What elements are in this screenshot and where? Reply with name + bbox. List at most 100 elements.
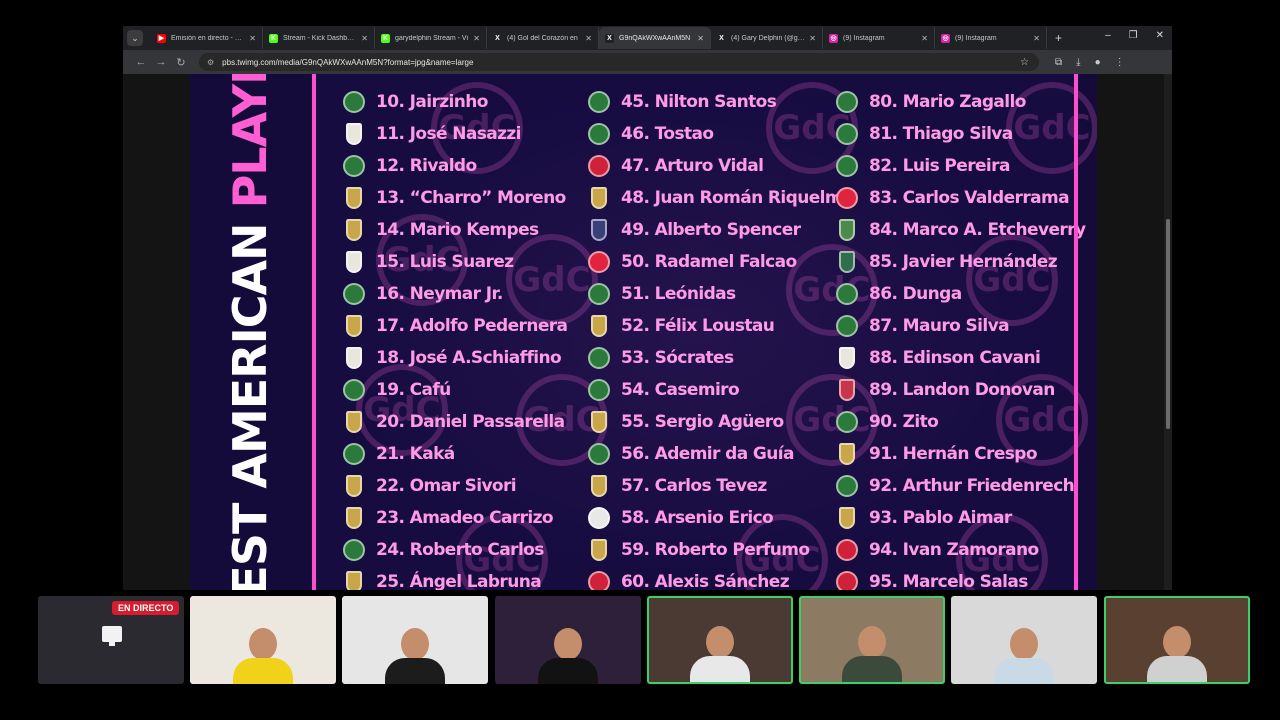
browser-tab[interactable]: X (4) Gol del Corazón en ✕ <box>487 27 599 49</box>
argentina-flag-icon <box>591 539 607 561</box>
player-name: 11. José Nasazzi <box>376 124 522 144</box>
streamer-body <box>690 656 750 682</box>
reload-icon[interactable]: ↻ <box>171 56 191 69</box>
webcam-feed[interactable] <box>1104 596 1250 684</box>
player-name: 52. Félix Loustau <box>621 316 775 336</box>
player-row: 13. “Charro” Moreno <box>343 182 567 214</box>
browser-toolbar: ← → ↻ ⚙ pbs.twimg.com/media/G9nQAkWXwAAn… <box>123 50 1172 74</box>
tab-title: (4) Gary Delphin (@gary <box>731 34 806 42</box>
restore-icon[interactable]: ❐ <box>1129 30 1138 41</box>
player-row: 23. Amadeo Carrizo <box>343 502 567 534</box>
site-info-icon[interactable]: ⚙ <box>207 58 214 67</box>
close-window-icon[interactable]: ✕ <box>1156 30 1164 41</box>
bolivia-flag-icon <box>839 219 855 241</box>
player-row: 81. Thiago Silva <box>836 118 1085 150</box>
browser-tab[interactable]: X (4) Gary Delphin (@gary ✕ <box>711 27 823 49</box>
player-name: 25. Ángel Labruna <box>376 572 542 590</box>
player-row: 88. Edinson Cavani <box>836 342 1085 374</box>
tab-title: Stream - Kick Dashboard <box>283 34 358 42</box>
kick-icon: K <box>269 33 278 43</box>
player-name: 46. Tostao <box>621 124 714 144</box>
player-row: 56. Ademir da Guía <box>588 438 853 470</box>
player-row: 86. Dunga <box>836 278 1085 310</box>
colombia-flag-icon <box>836 187 858 209</box>
streamer-body <box>842 656 902 682</box>
webcam-feed[interactable] <box>951 596 1097 684</box>
brazil-flag-icon <box>836 123 858 145</box>
page-scrollbar[interactable] <box>1164 74 1172 590</box>
webcam-feed[interactable] <box>495 596 641 684</box>
player-name: 91. Hernán Crespo <box>869 444 1038 464</box>
browser-tab[interactable]: ▶ Emisión en directo - You ✕ <box>151 27 263 49</box>
tab-close-icon[interactable]: ✕ <box>1033 34 1040 43</box>
bookmark-star-icon[interactable]: ☆ <box>1020 57 1029 68</box>
menu-icon[interactable]: ⋮ <box>1115 57 1125 68</box>
player-name: 51. Leónidas <box>621 284 736 304</box>
player-row: 93. Pablo Aimar <box>836 502 1085 534</box>
browser-tab[interactable]: ◎ (9) Instagram ✕ <box>935 27 1047 49</box>
player-row: 24. Roberto Carlos <box>343 534 567 566</box>
tab-close-icon[interactable]: ✕ <box>809 34 816 43</box>
screen-share-thumbnail[interactable]: EN DIRECTO <box>38 596 184 684</box>
streamer-silhouette <box>1147 626 1207 682</box>
player-row: 94. Ivan Zamorano <box>836 534 1085 566</box>
back-icon[interactable]: ← <box>131 56 151 68</box>
extensions-icon[interactable]: ⧉ <box>1055 57 1062 68</box>
download-icon[interactable]: ⤓ <box>1076 57 1080 68</box>
argentina-flag-icon <box>591 411 607 433</box>
player-row: 20. Daniel Passarella <box>343 406 567 438</box>
brazil-flag-icon <box>588 123 610 145</box>
kick-icon: K <box>381 33 390 43</box>
player-row: 80. Mario Zagallo <box>836 86 1085 118</box>
player-row: 48. Juan Román Riquelme <box>588 182 854 214</box>
browser-tab[interactable]: Kgarydelphin Stream - Vi ✕ <box>375 27 487 49</box>
brazil-flag-icon <box>836 315 858 337</box>
brazil-flag-icon <box>836 411 858 433</box>
browser-tab[interactable]: X G9nQAkWXwAAnM5N ✕ <box>599 27 711 49</box>
player-name: 19. Cafú <box>376 380 451 400</box>
brazil-flag-icon <box>343 443 365 465</box>
tab-close-icon[interactable]: ✕ <box>249 34 256 43</box>
browser-tab[interactable]: K Stream - Kick Dashboard ✕ <box>263 27 375 49</box>
streamer-silhouette <box>538 628 598 684</box>
player-row: 25. Ángel Labruna <box>343 566 567 590</box>
player-name: 57. Carlos Tevez <box>621 476 767 496</box>
player-row: 18. José A.Schiaffino <box>343 342 567 374</box>
minimize-icon[interactable]: – <box>1105 30 1111 41</box>
tab-close-icon[interactable]: ✕ <box>361 34 368 43</box>
instagram-icon: ◎ <box>941 33 950 43</box>
player-name: 58. Arsenio Erico <box>621 508 774 528</box>
webcam-feed[interactable] <box>647 596 793 684</box>
tab-close-icon[interactable]: ✕ <box>921 34 928 43</box>
player-name: 59. Roberto Perfumo <box>621 540 810 560</box>
tab-close-icon[interactable]: ✕ <box>697 34 704 43</box>
player-row: 53. Sócrates <box>588 342 853 374</box>
player-row: 85. Javier Hernández <box>836 246 1085 278</box>
browser-window: ⌄ ▶ Emisión en directo - You ✕ K Stream - Ki… <box>123 26 1172 590</box>
forward-icon[interactable]: → <box>151 56 171 68</box>
argentina-flag-icon <box>839 507 855 529</box>
profile-icon[interactable]: ● <box>1095 57 1101 68</box>
brazil-flag-icon <box>588 443 610 465</box>
webcam-feed[interactable] <box>342 596 488 684</box>
address-bar[interactable]: ⚙ pbs.twimg.com/media/G9nQAkWXwAAnM5N?fo… <box>199 53 1039 71</box>
player-row: 12. Rivaldo <box>343 150 567 182</box>
tab-title: (4) Gol del Corazón en <box>507 34 578 42</box>
chile-flag-icon <box>836 539 858 561</box>
new-tab-icon[interactable]: + <box>1055 31 1062 45</box>
streamer-head <box>554 628 582 660</box>
argentina-flag-icon <box>346 219 362 241</box>
page-viewport[interactable]: E BEST AMERICAN PLAYERS GdC GdC GdC GdC GdC G… <box>123 74 1172 590</box>
scrollbar-thumb[interactable] <box>1166 219 1170 429</box>
browser-tab[interactable]: ◎ (9) Instagram ✕ <box>823 27 935 49</box>
argentina-flag-icon <box>346 187 362 209</box>
tab-close-icon[interactable]: ✕ <box>473 34 480 43</box>
tab-close-icon[interactable]: ✕ <box>585 34 592 43</box>
side-title-white-1: E BEST <box>223 488 277 590</box>
side-title-pink: PLAYERS <box>223 74 277 209</box>
tab-search-icon[interactable]: ⌄ <box>127 30 143 46</box>
streamer-silhouette <box>385 628 445 684</box>
player-name: 88. Edinson Cavani <box>869 348 1041 368</box>
webcam-feed[interactable] <box>190 596 336 684</box>
webcam-feed[interactable] <box>799 596 945 684</box>
